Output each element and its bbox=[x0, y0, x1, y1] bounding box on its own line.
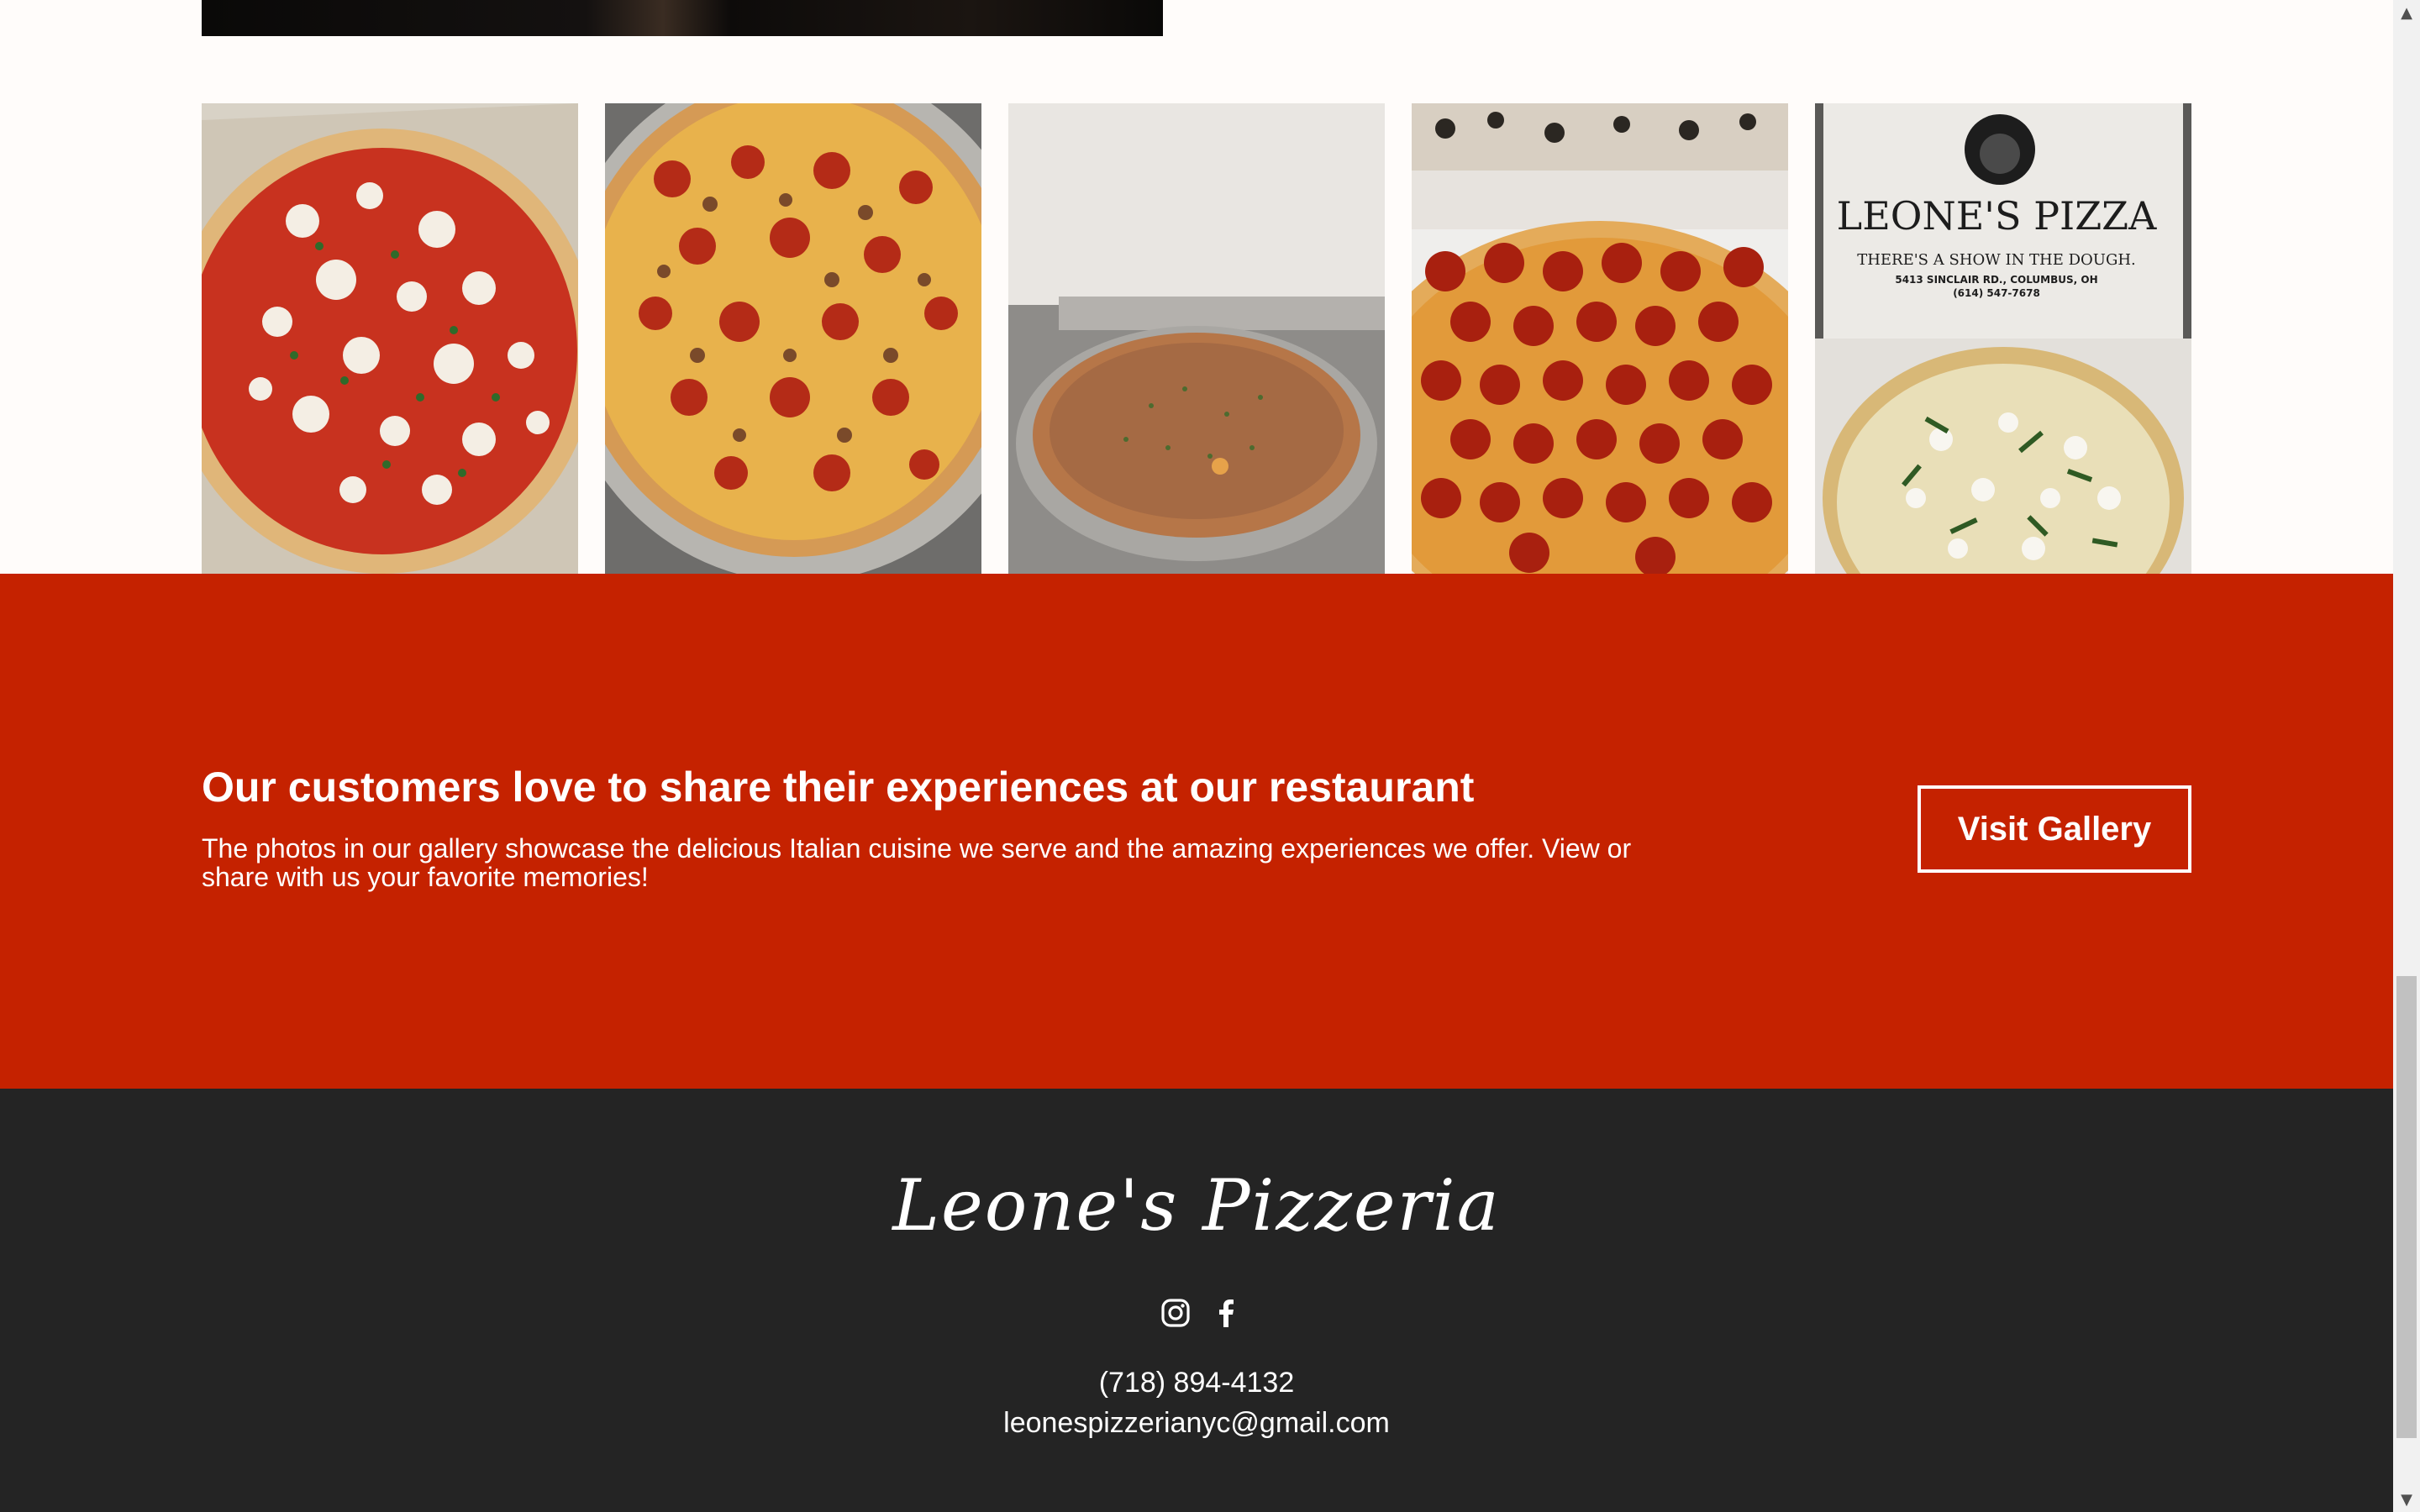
gallery-photo-4[interactable] bbox=[1412, 103, 1788, 574]
facebook-icon[interactable] bbox=[1210, 1297, 1242, 1329]
social-links bbox=[1160, 1297, 1242, 1329]
footer-phone[interactable]: (718) 894-4132 bbox=[0, 1364, 2393, 1401]
scrollbar-thumb[interactable] bbox=[2396, 976, 2417, 1438]
pizza-pepperoni-image bbox=[1412, 103, 1788, 574]
page: LEONE'S PIZZA THERE'S A SHOW IN THE DOUG… bbox=[0, 0, 2393, 1512]
footer-email[interactable]: leonespizzerianyc@gmail.com bbox=[0, 1404, 2393, 1441]
cta-heading: Our customers love to share their experi… bbox=[202, 764, 1475, 811]
pizza-box-leones-image: LEONE'S PIZZA THERE'S A SHOW IN THE DOUG… bbox=[1815, 103, 2191, 574]
box-address-text: 5413 SINCLAIR RD., COLUMBUS, OH bbox=[1895, 274, 2097, 286]
scroll-down-arrow-icon[interactable]: ▼ bbox=[2393, 1487, 2420, 1512]
pizza-margherita-image bbox=[202, 103, 578, 574]
header-image-bottom-edge bbox=[202, 0, 1163, 36]
gallery-photo-3[interactable] bbox=[1008, 103, 1385, 574]
gallery-photo-1[interactable] bbox=[202, 103, 578, 574]
instagram-icon[interactable] bbox=[1160, 1297, 1192, 1329]
footer-brand-logo[interactable]: Leone's Pizzeria bbox=[0, 1159, 2393, 1252]
pizza-pepperoni-sausage-image bbox=[605, 103, 981, 574]
photo-gallery-row: LEONE'S PIZZA THERE'S A SHOW IN THE DOUG… bbox=[202, 103, 2191, 574]
box-brand-text: LEONE'S PIZZA bbox=[1837, 193, 2157, 239]
box-phone-text: (614) 547-7678 bbox=[1953, 287, 2040, 299]
site-footer: Leone's Pizzeria (718) 894-4132 leonespi… bbox=[0, 1089, 2393, 1512]
cta-description: The photos in our gallery showcase the d… bbox=[202, 833, 1632, 892]
gallery-cta-section: Our customers love to share their experi… bbox=[0, 574, 2393, 1089]
vertical-scrollbar[interactable]: ▲ ▼ bbox=[2393, 0, 2420, 1512]
box-tagline-text: THERE'S A SHOW IN THE DOUGH. bbox=[1857, 251, 2136, 269]
gallery-photo-5[interactable]: LEONE'S PIZZA THERE'S A SHOW IN THE DOUG… bbox=[1815, 103, 2191, 574]
visit-gallery-button[interactable]: Visit Gallery bbox=[1918, 785, 2191, 873]
scroll-up-arrow-icon[interactable]: ▲ bbox=[2393, 0, 2420, 25]
gallery-photo-2[interactable] bbox=[605, 103, 981, 574]
pizza-garlic-image bbox=[1008, 103, 1385, 574]
